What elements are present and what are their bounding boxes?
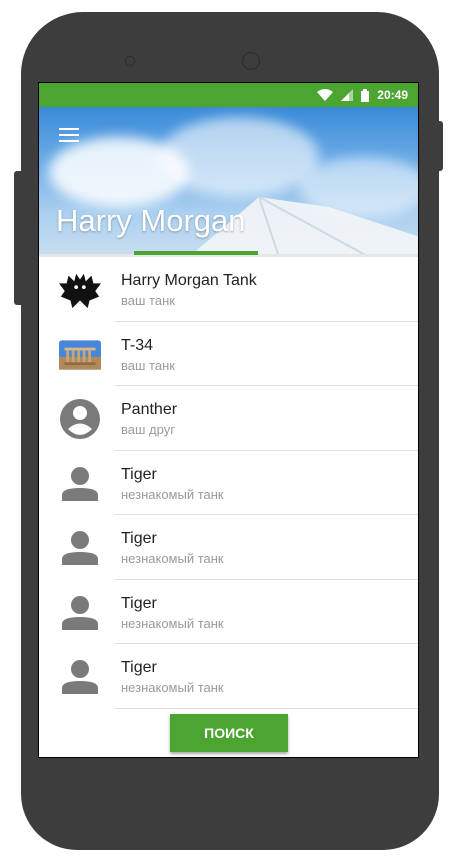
footer: поиск: [39, 712, 418, 757]
screen: 20:49 Harry Morgan Harry Morgan Tank ваш…: [38, 82, 419, 758]
signal-icon: [341, 89, 354, 101]
list-item[interactable]: Panther ваш друг: [39, 386, 418, 451]
front-camera: [242, 52, 260, 70]
contact-subtitle: незнакомый танк: [121, 680, 224, 695]
contact-subtitle: незнакомый танк: [121, 615, 224, 631]
contact-name: Tiger: [121, 530, 157, 547]
contact-subtitle: ваш танк: [121, 293, 175, 308]
contact-name: Harry Morgan Tank: [121, 272, 257, 289]
battery-icon: [361, 88, 370, 102]
header: Harry Morgan: [39, 107, 418, 257]
list-item[interactable]: Tiger незнакомый танк: [39, 580, 418, 644]
person-icon: [59, 656, 101, 698]
volume-button: [14, 171, 23, 305]
status-bar: 20:49: [39, 83, 418, 107]
account-circle-icon: [59, 398, 101, 440]
contact-subtitle: незнакомый танк: [121, 551, 224, 566]
person-icon: [59, 527, 101, 569]
status-time: 20:49: [377, 88, 408, 102]
contact-name: T-34: [121, 336, 154, 354]
contact-subtitle: ваш танк: [121, 357, 175, 373]
temple-photo-icon: [59, 334, 101, 376]
list-item[interactable]: Harry Morgan Tank ваш танк: [39, 257, 418, 322]
contact-name: Tiger: [121, 465, 157, 483]
cloud: [159, 117, 319, 197]
contact-subtitle: незнакомый танк: [121, 486, 224, 502]
search-button[interactable]: поиск: [170, 714, 288, 752]
bat-logo-icon: [59, 269, 101, 311]
person-icon: [59, 463, 101, 505]
tab-indicator: [134, 251, 258, 255]
wifi-icon: [317, 89, 334, 101]
list-item[interactable]: Tiger незнакомый танк: [39, 644, 418, 709]
list-item[interactable]: Tiger незнакомый танк: [39, 451, 418, 515]
list-item[interactable]: T-34 ваш танк: [39, 322, 418, 386]
header-title: Harry Morgan: [56, 203, 246, 238]
contact-list: Harry Morgan Tank ваш танк T-34 ваш танк…: [39, 257, 418, 712]
contact-name: Tiger: [121, 659, 157, 676]
hamburger-menu-icon[interactable]: [59, 128, 79, 144]
contact-name: Panther: [121, 401, 178, 418]
list-item[interactable]: Tiger незнакомый танк: [39, 515, 418, 580]
speaker: [125, 56, 135, 66]
power-button: [436, 121, 443, 171]
divider: [115, 707, 418, 709]
person-icon: [59, 592, 101, 634]
contact-subtitle: ваш друг: [121, 422, 175, 437]
contact-name: Tiger: [121, 594, 157, 612]
